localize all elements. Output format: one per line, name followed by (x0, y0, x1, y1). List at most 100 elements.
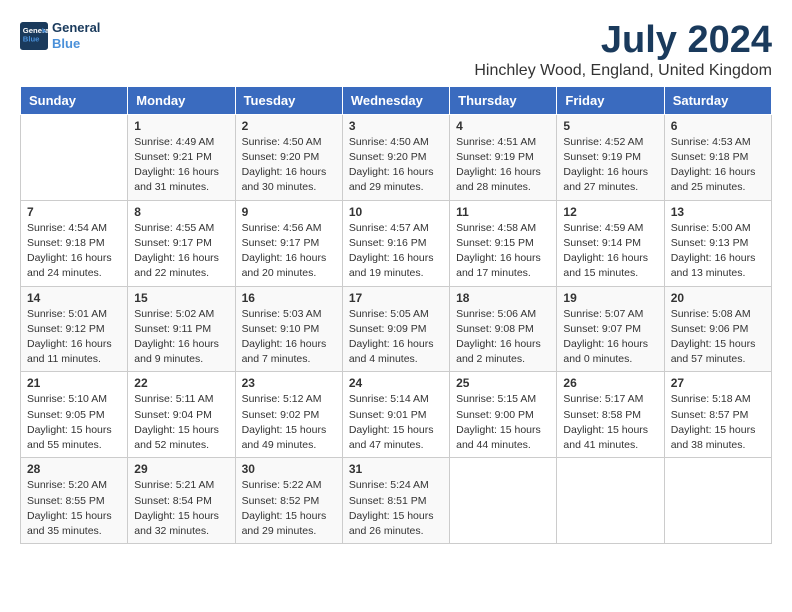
svg-text:Blue: Blue (23, 34, 40, 43)
day-number: 4 (456, 119, 550, 133)
header-saturday: Saturday (664, 86, 771, 114)
day-info: Sunrise: 5:05 AM Sunset: 9:09 PM Dayligh… (349, 307, 443, 368)
day-cell: 8 Sunrise: 4:55 AM Sunset: 9:17 PM Daylig… (128, 200, 235, 286)
day-number: 31 (349, 462, 443, 476)
week-row-2: 7 Sunrise: 4:54 AM Sunset: 9:18 PM Daylig… (21, 200, 772, 286)
day-info: Sunrise: 5:06 AM Sunset: 9:08 PM Dayligh… (456, 307, 550, 368)
day-cell (557, 458, 664, 544)
day-cell: 9 Sunrise: 4:56 AM Sunset: 9:17 PM Daylig… (235, 200, 342, 286)
header-monday: Monday (128, 86, 235, 114)
day-info: Sunrise: 4:49 AM Sunset: 9:21 PM Dayligh… (134, 135, 228, 196)
day-number: 22 (134, 376, 228, 390)
day-info: Sunrise: 5:18 AM Sunset: 8:57 PM Dayligh… (671, 392, 765, 453)
day-cell: 28 Sunrise: 5:20 AM Sunset: 8:55 PM Dayli… (21, 458, 128, 544)
day-info: Sunrise: 5:21 AM Sunset: 8:54 PM Dayligh… (134, 478, 228, 539)
location: Hinchley Wood, England, United Kingdom (474, 62, 772, 80)
day-number: 6 (671, 119, 765, 133)
day-cell: 24Sunrise: 5:14 AM Sunset: 9:01 PM Dayli… (342, 372, 449, 458)
day-info: Sunrise: 5:20 AM Sunset: 8:55 PM Dayligh… (27, 478, 121, 539)
day-cell: 27 Sunrise: 5:18 AM Sunset: 8:57 PM Dayli… (664, 372, 771, 458)
day-cell: 6 Sunrise: 4:53 AM Sunset: 9:18 PM Daylig… (664, 114, 771, 200)
day-info: Sunrise: 5:11 AM Sunset: 9:04 PM Dayligh… (134, 392, 228, 453)
day-number: 3 (349, 119, 443, 133)
day-cell: 11 Sunrise: 4:58 AM Sunset: 9:15 PM Dayli… (450, 200, 557, 286)
day-cell (664, 458, 771, 544)
day-info: Sunrise: 5:22 AM Sunset: 8:52 PM Dayligh… (242, 478, 336, 539)
day-number: 28 (27, 462, 121, 476)
day-info: Sunrise: 5:24 AM Sunset: 8:51 PM Dayligh… (349, 478, 443, 539)
day-cell: 26Sunrise: 5:17 AM Sunset: 8:58 PM Dayli… (557, 372, 664, 458)
day-info: Sunrise: 4:54 AM Sunset: 9:18 PM Dayligh… (27, 221, 121, 282)
day-number: 7 (27, 205, 121, 219)
day-number: 29 (134, 462, 228, 476)
day-info: Sunrise: 5:01 AM Sunset: 9:12 PM Dayligh… (27, 307, 121, 368)
day-cell: 5 Sunrise: 4:52 AM Sunset: 9:19 PM Daylig… (557, 114, 664, 200)
day-cell: 25Sunrise: 5:15 AM Sunset: 9:00 PM Dayli… (450, 372, 557, 458)
day-cell: 20 Sunrise: 5:08 AM Sunset: 9:06 PM Dayli… (664, 286, 771, 372)
day-info: Sunrise: 5:10 AM Sunset: 9:05 PM Dayligh… (27, 392, 121, 453)
day-number: 23 (242, 376, 336, 390)
header-thursday: Thursday (450, 86, 557, 114)
day-cell: 14 Sunrise: 5:01 AM Sunset: 9:12 PM Dayli… (21, 286, 128, 372)
logo-line1: General (52, 20, 100, 36)
day-cell: 10Sunrise: 4:57 AM Sunset: 9:16 PM Dayli… (342, 200, 449, 286)
calendar-table: SundayMondayTuesdayWednesdayThursdayFrid… (20, 86, 772, 544)
day-cell: 15Sunrise: 5:02 AM Sunset: 9:11 PM Dayli… (128, 286, 235, 372)
day-number: 27 (671, 376, 765, 390)
day-cell: 29 Sunrise: 5:21 AM Sunset: 8:54 PM Dayli… (128, 458, 235, 544)
page-header: General Blue General Blue July 2024 Hinc… (20, 20, 772, 80)
day-info: Sunrise: 4:59 AM Sunset: 9:14 PM Dayligh… (563, 221, 657, 282)
week-row-5: 28 Sunrise: 5:20 AM Sunset: 8:55 PM Dayli… (21, 458, 772, 544)
day-info: Sunrise: 4:56 AM Sunset: 9:17 PM Dayligh… (242, 221, 336, 282)
day-number: 25 (456, 376, 550, 390)
day-cell (21, 114, 128, 200)
day-info: Sunrise: 5:08 AM Sunset: 9:06 PM Dayligh… (671, 307, 765, 368)
day-number: 15 (134, 291, 228, 305)
day-number: 20 (671, 291, 765, 305)
header-friday: Friday (557, 86, 664, 114)
header-tuesday: Tuesday (235, 86, 342, 114)
day-number: 14 (27, 291, 121, 305)
day-info: Sunrise: 4:57 AM Sunset: 9:16 PM Dayligh… (349, 221, 443, 282)
day-cell: 31 Sunrise: 5:24 AM Sunset: 8:51 PM Dayli… (342, 458, 449, 544)
day-cell: 4 Sunrise: 4:51 AM Sunset: 9:19 PM Daylig… (450, 114, 557, 200)
day-cell: 2Sunrise: 4:50 AM Sunset: 9:20 PM Daylig… (235, 114, 342, 200)
day-cell (450, 458, 557, 544)
month-title: July 2024 (474, 20, 772, 62)
day-cell: 17 Sunrise: 5:05 AM Sunset: 9:09 PM Dayli… (342, 286, 449, 372)
title-block: July 2024 Hinchley Wood, England, United… (474, 20, 772, 80)
header-sunday: Sunday (21, 86, 128, 114)
day-number: 8 (134, 205, 228, 219)
day-info: Sunrise: 4:58 AM Sunset: 9:15 PM Dayligh… (456, 221, 550, 282)
day-number: 5 (563, 119, 657, 133)
day-info: Sunrise: 5:12 AM Sunset: 9:02 PM Dayligh… (242, 392, 336, 453)
header-wednesday: Wednesday (342, 86, 449, 114)
day-number: 11 (456, 205, 550, 219)
day-info: Sunrise: 5:03 AM Sunset: 9:10 PM Dayligh… (242, 307, 336, 368)
day-info: Sunrise: 4:51 AM Sunset: 9:19 PM Dayligh… (456, 135, 550, 196)
day-cell: 12 Sunrise: 4:59 AM Sunset: 9:14 PM Dayli… (557, 200, 664, 286)
day-number: 19 (563, 291, 657, 305)
day-cell: 1Sunrise: 4:49 AM Sunset: 9:21 PM Daylig… (128, 114, 235, 200)
day-cell: 21 Sunrise: 5:10 AM Sunset: 9:05 PM Dayli… (21, 372, 128, 458)
day-info: Sunrise: 4:52 AM Sunset: 9:19 PM Dayligh… (563, 135, 657, 196)
day-cell: 18Sunrise: 5:06 AM Sunset: 9:08 PM Dayli… (450, 286, 557, 372)
day-cell: 13Sunrise: 5:00 AM Sunset: 9:13 PM Dayli… (664, 200, 771, 286)
day-number: 13 (671, 205, 765, 219)
day-info: Sunrise: 4:53 AM Sunset: 9:18 PM Dayligh… (671, 135, 765, 196)
day-cell: 30Sunrise: 5:22 AM Sunset: 8:52 PM Dayli… (235, 458, 342, 544)
day-info: Sunrise: 5:14 AM Sunset: 9:01 PM Dayligh… (349, 392, 443, 453)
day-info: Sunrise: 5:07 AM Sunset: 9:07 PM Dayligh… (563, 307, 657, 368)
day-number: 9 (242, 205, 336, 219)
day-cell: 22 Sunrise: 5:11 AM Sunset: 9:04 PM Dayli… (128, 372, 235, 458)
logo-line2: Blue (52, 36, 100, 52)
day-number: 21 (27, 376, 121, 390)
day-info: Sunrise: 4:55 AM Sunset: 9:17 PM Dayligh… (134, 221, 228, 282)
logo-icon: General Blue (20, 22, 48, 50)
week-row-4: 21 Sunrise: 5:10 AM Sunset: 9:05 PM Dayli… (21, 372, 772, 458)
day-number: 12 (563, 205, 657, 219)
day-number: 2 (242, 119, 336, 133)
day-cell: 16 Sunrise: 5:03 AM Sunset: 9:10 PM Dayli… (235, 286, 342, 372)
day-number: 17 (349, 291, 443, 305)
day-number: 16 (242, 291, 336, 305)
